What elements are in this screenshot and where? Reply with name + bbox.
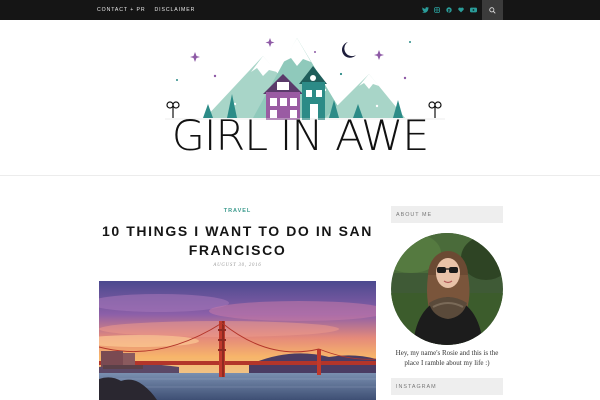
avatar (391, 233, 503, 345)
instagram-widget-title: INSTAGRAM (391, 378, 503, 395)
search-button[interactable] (482, 0, 503, 20)
site-header: GIRL IN AWE (0, 20, 600, 176)
pinterest-icon[interactable]: p (445, 6, 453, 14)
site-title[interactable]: GIRL IN AWE (0, 115, 600, 157)
top-nav: CONTACT + PR DISCLAIMER (97, 0, 195, 20)
twitter-icon[interactable] (421, 6, 429, 14)
logo-illustration (165, 38, 445, 120)
top-bar: CONTACT + PR DISCLAIMER p (0, 0, 600, 20)
svg-text:p: p (448, 8, 451, 13)
post-featured-image[interactable] (99, 281, 376, 400)
post-title[interactable]: 10 THINGS I WANT TO DO IN SAN FRANCISCO (99, 222, 376, 260)
youtube-icon[interactable] (469, 6, 477, 14)
nav-contact-pr[interactable]: CONTACT + PR (97, 7, 146, 13)
instagram-icon[interactable] (433, 6, 441, 14)
post-date: AUGUST 30, 2016 (213, 263, 262, 268)
about-me-widget-title: ABOUT ME (391, 206, 503, 223)
heart-icon[interactable] (457, 6, 465, 14)
post-category[interactable]: TRAVEL (99, 208, 376, 214)
social-links: p (421, 0, 477, 20)
about-me-text: Hey, my name's Rosie and this is the pla… (395, 349, 499, 367)
search-icon (489, 6, 496, 14)
golden-gate-bridge-image (99, 281, 376, 400)
nav-disclaimer[interactable]: DISCLAIMER (155, 7, 196, 13)
